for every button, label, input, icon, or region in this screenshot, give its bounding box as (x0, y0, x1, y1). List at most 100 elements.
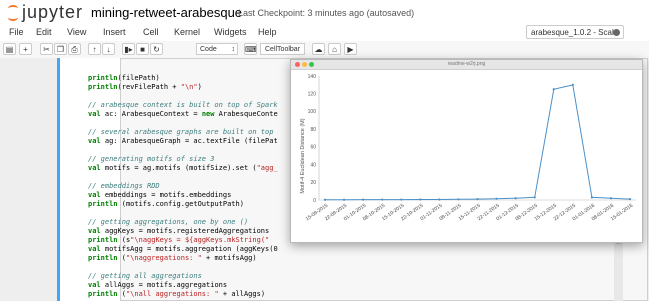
data-point (419, 198, 422, 201)
menu-insert[interactable]: Insert (103, 27, 126, 37)
code-line[interactable] (88, 146, 278, 155)
menu-bar: File Edit View Insert Cell Kernel Widget… (0, 24, 649, 42)
code-line[interactable]: val ag: ArabesqueGraph = ac.textFile (fi… (88, 137, 278, 146)
restart-icon: ↻ (153, 45, 160, 54)
cell-type-value: Code (200, 46, 217, 53)
copy-icon: ❐ (56, 45, 65, 54)
data-point (381, 198, 384, 201)
run-cell-button[interactable]: ▮▸ (122, 43, 135, 55)
scissors-icon: ✂ (43, 45, 50, 54)
code-line[interactable]: // generating motifs of size 3 (88, 155, 278, 164)
code-line[interactable]: val embeddings = motifs.embeddings (88, 191, 278, 200)
cut-button[interactable]: ✂ (40, 43, 53, 55)
code-line[interactable] (88, 173, 278, 182)
code-line[interactable]: // embeddings RDD (88, 182, 278, 191)
copy-button[interactable]: ❐ (54, 43, 67, 55)
arrow-down-icon: ↓ (106, 45, 111, 54)
upload-button[interactable]: ☁ (312, 43, 325, 55)
code-line[interactable]: // getting all aggregations (88, 272, 278, 281)
data-point (495, 197, 498, 200)
code-line[interactable]: // arabesque context is built on top of … (88, 101, 278, 110)
arrow-up-icon: ↑ (92, 45, 97, 54)
code-line[interactable]: println(filePath) (88, 74, 278, 83)
code-line[interactable]: // getting aggregations, one by one () (88, 218, 278, 227)
y-tick-label: 100 (308, 109, 317, 115)
series-line (325, 84, 631, 201)
paste-button[interactable]: ⎙ (68, 43, 81, 55)
code-line[interactable]: println(revFilePath + "\n") (88, 83, 278, 92)
save-button[interactable]: ▤ (3, 43, 16, 55)
code-line[interactable] (88, 263, 278, 272)
code-line[interactable]: println ("\nall aggregations: " + allAgg… (88, 290, 278, 299)
code-line[interactable]: val ac: ArabesqueContext = new Arabesque… (88, 110, 278, 119)
cloud-upload-icon: ☁ (314, 45, 323, 54)
data-point (342, 198, 346, 201)
menu-widgets[interactable]: Widgets (214, 27, 247, 37)
data-point (362, 198, 365, 201)
code-line[interactable]: println ("\naggregations: " + motifsAgg) (88, 254, 278, 263)
code-line[interactable]: val motifs = ag.motifs (motifSize).set (… (88, 164, 278, 173)
keyboard-icon: ⌨ (245, 45, 257, 54)
notebook-toolbar: ▤ + ✂ ❐ ⎙ ↑ ↓ ▮▸ ■ ↻ Code ⌨ CellToolbar … (0, 41, 649, 59)
y-tick-label: 80 (310, 127, 316, 133)
data-point (552, 88, 555, 91)
y-tick-label: 120 (308, 92, 317, 98)
y-tick-label: 60 (310, 145, 316, 151)
jupyter-logo-icon (8, 4, 18, 21)
menu-view[interactable]: View (67, 27, 86, 37)
kernel-name: arabesque_1.0.2 - Scala (531, 28, 619, 37)
move-down-button[interactable]: ↓ (102, 43, 115, 55)
data-point (438, 198, 441, 201)
command-palette-button[interactable]: ⌨ (244, 43, 257, 55)
data-point (457, 198, 460, 201)
menu-file[interactable]: File (9, 27, 24, 37)
menu-help[interactable]: Help (258, 27, 277, 37)
code-line[interactable]: println (motifs.config.getOutputPath) (88, 200, 278, 209)
code-editor[interactable]: println(filePath) println(revFilePath + "… (88, 65, 278, 299)
move-up-button[interactable]: ↑ (88, 43, 101, 55)
play-icon: ▶ (347, 45, 354, 54)
code-line[interactable] (88, 65, 278, 74)
cell-type-select[interactable]: Code (196, 43, 238, 55)
code-line[interactable]: val motifsAgg = motifs.aggregation (aggK… (88, 245, 278, 254)
menu-kernel[interactable]: Kernel (174, 27, 200, 37)
kernel-indicator[interactable]: arabesque_1.0.2 - Scala (526, 25, 624, 39)
preview-title-bar[interactable]: readme-w2rj.png (291, 60, 642, 70)
y-axis-label: Motif-4 Euclidean Distance (M) (300, 118, 306, 193)
y-tick-label: 20 (310, 180, 316, 186)
jupyter-logo[interactable]: jupyter (8, 2, 83, 22)
interrupt-button[interactable]: ■ (136, 43, 149, 55)
data-point (514, 197, 517, 200)
code-line[interactable]: val allAggs = motifs.aggregations (88, 281, 278, 290)
code-line[interactable] (88, 119, 278, 128)
notebook-header: jupyter mining-retweet-arabesque Last Ch… (0, 0, 649, 24)
data-point (590, 196, 593, 199)
cell-toolbar-button[interactable]: CellToolbar (260, 43, 306, 55)
data-point (323, 198, 327, 201)
code-line[interactable] (88, 209, 278, 218)
y-tick-label: 140 (308, 74, 317, 80)
save-icon: ▤ (5, 45, 14, 54)
image-preview-window[interactable]: readme-w2rj.png 0 20 40 60 80 100 120 140 15-09… (290, 59, 643, 243)
selected-cell-marker (57, 58, 60, 301)
code-line[interactable]: val aggKeys = motifs.registeredAggregati… (88, 227, 278, 236)
step-forward-icon: ▮▸ (124, 45, 133, 54)
y-tick-label: 40 (310, 162, 316, 168)
present-button[interactable]: ▶ (344, 43, 357, 55)
data-point (609, 197, 613, 200)
restart-button[interactable]: ↻ (150, 43, 163, 55)
insert-cell-button[interactable]: + (19, 43, 32, 55)
code-line[interactable] (88, 92, 278, 101)
data-point (628, 198, 632, 201)
notebook-title[interactable]: mining-retweet-arabesque (91, 5, 242, 20)
data-point (571, 83, 574, 86)
code-line[interactable]: // several arabesque graphs are built on… (88, 128, 278, 137)
chart-axes (318, 76, 636, 201)
home-icon: ⌂ (332, 45, 337, 54)
home-button[interactable]: ⌂ (328, 43, 341, 55)
distance-line-chart: 020406080100120140 15-09-201522-09-20150… (300, 74, 636, 222)
preview-window-title: readme-w2rj.png (447, 61, 486, 67)
menu-cell[interactable]: Cell (143, 27, 159, 37)
menu-edit[interactable]: Edit (36, 27, 52, 37)
code-line[interactable]: println (s"\naggKeys = ${aggKeys.mkStrin… (88, 236, 278, 245)
